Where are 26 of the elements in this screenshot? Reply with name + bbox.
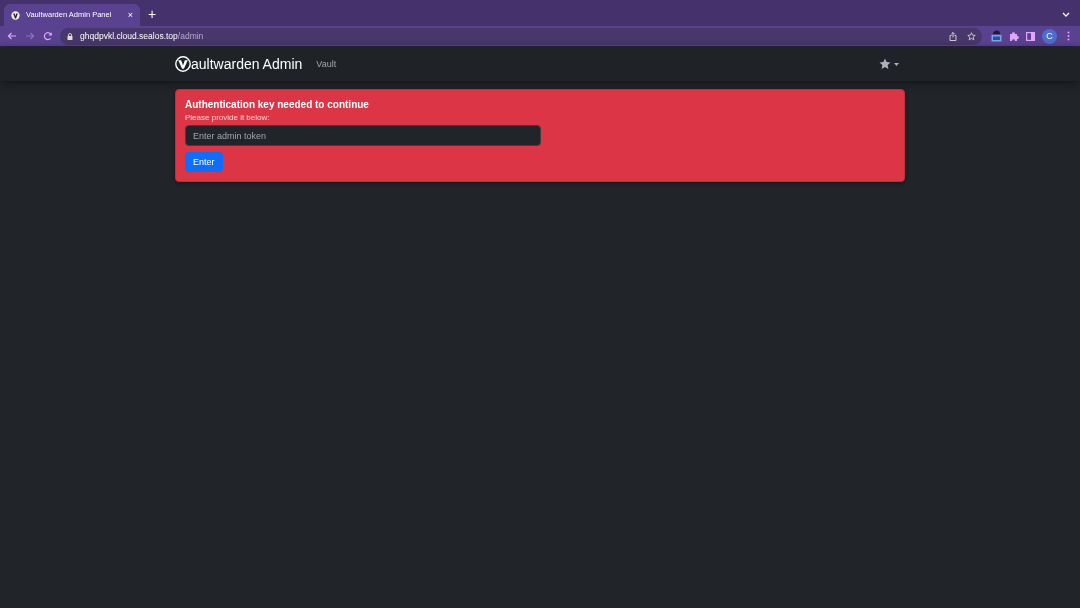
extension-icon[interactable] [991,30,1002,42]
reload-icon[interactable] [43,31,53,41]
admin-token-field[interactable]: Enter admin token [185,125,541,146]
chevron-down-icon[interactable] [1062,12,1070,17]
star-icon [879,58,891,70]
favicon-icon [11,10,20,20]
address-bar[interactable]: ghqdpvkl.cloud.sealos.top/admin [60,27,982,45]
side-panel-icon[interactable] [1026,31,1035,41]
alert-title: Authentication key needed to continue [185,99,369,111]
enter-button[interactable]: Enter [185,152,223,172]
back-arrow-icon[interactable] [7,31,17,41]
tab-close-button[interactable]: × [127,10,133,20]
share-icon[interactable] [949,31,957,41]
logo-icon[interactable] [175,56,191,72]
alert-message: Please provide it below: [185,113,270,123]
lock-icon [67,32,73,40]
profile-avatar[interactable]: C [1042,28,1057,44]
menu-icon[interactable] [1067,31,1070,41]
bookmark-star-icon[interactable] [967,31,976,41]
theme-dropdown-button[interactable] [879,58,899,70]
brand-title[interactable]: aultwarden Admin [191,57,303,71]
new-tab-button[interactable]: + [144,6,160,22]
url-text: ghqdpvkl.cloud.sealos.top/admin [80,31,204,41]
caret-icon [894,62,899,66]
nav-link[interactable]: Vault [316,59,337,69]
puzzle-icon[interactable] [1009,31,1019,41]
